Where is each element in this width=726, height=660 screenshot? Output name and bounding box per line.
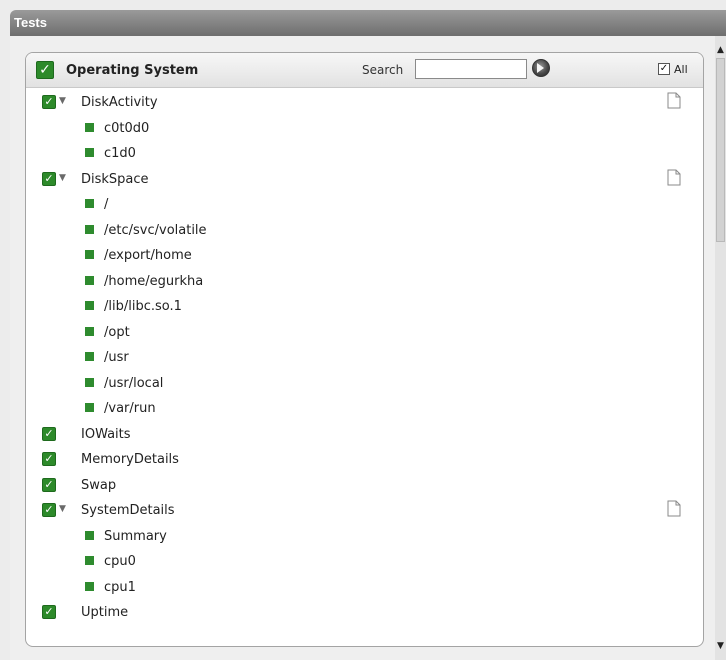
test-checkbox[interactable]: ✓ bbox=[42, 452, 56, 466]
expand-toggle-icon[interactable]: ▼ bbox=[59, 95, 69, 107]
descriptor-label: cpu1 bbox=[104, 579, 136, 595]
test-label: SystemDetails bbox=[81, 503, 175, 518]
test-row-diskspace[interactable]: ✓ ▼ DiskSpace bbox=[26, 167, 703, 191]
descriptor-square-icon bbox=[85, 224, 94, 234]
descriptor-square-icon bbox=[85, 403, 94, 412]
descriptor-label: c0t0d0 bbox=[104, 120, 150, 136]
descriptor-row[interactable]: c1d0 bbox=[26, 141, 703, 165]
descriptor-label: /lib/libc.so.1 bbox=[104, 299, 182, 314]
descriptor-square-icon bbox=[85, 556, 94, 565]
descriptor-square-icon bbox=[85, 377, 94, 387]
descriptor-row[interactable]: /usr bbox=[26, 345, 703, 369]
descriptor-row[interactable]: /lib/libc.so.1 bbox=[26, 294, 703, 318]
test-label: DiskSpace bbox=[81, 171, 149, 187]
descriptor-row[interactable]: / bbox=[26, 192, 703, 216]
test-checkbox[interactable]: ✓ bbox=[42, 426, 56, 441]
search-label: Search bbox=[362, 63, 404, 77]
descriptor-label: /usr bbox=[104, 350, 129, 365]
test-row-diskactivity[interactable]: ✓ ▼ DiskActivity bbox=[26, 90, 703, 114]
test-checkbox[interactable]: ✓ bbox=[42, 171, 56, 186]
vertical-scrollbar[interactable]: ▲ ▼ bbox=[715, 36, 726, 660]
test-checkbox[interactable]: ✓ bbox=[42, 477, 56, 492]
test-label: Swap bbox=[81, 477, 117, 493]
descriptor-row[interactable]: /opt bbox=[26, 320, 703, 344]
test-row-uptime[interactable]: ✓ Uptime bbox=[26, 600, 703, 624]
descriptor-row[interactable]: /export/home bbox=[26, 243, 703, 267]
tests-window: Tests ▲ ▼ ✓ Operating System Search ✓ Al… bbox=[0, 0, 726, 660]
test-row-systemdetails[interactable]: ✓ ▼ SystemDetails bbox=[26, 498, 703, 522]
test-label: DiskActivity bbox=[81, 95, 158, 110]
descriptor-row[interactable]: /var/run bbox=[26, 396, 703, 420]
descriptor-row[interactable]: Summary bbox=[26, 524, 703, 548]
window-title: Tests bbox=[14, 15, 47, 30]
test-row-memorydetails[interactable]: ✓ MemoryDetails bbox=[26, 447, 703, 471]
descriptor-square-icon bbox=[85, 326, 94, 336]
test-row-swap[interactable]: ✓ Swap bbox=[26, 473, 703, 497]
descriptor-label: Summary bbox=[104, 528, 167, 544]
descriptor-label: /var/run bbox=[104, 401, 156, 416]
descriptor-square-icon bbox=[85, 122, 94, 132]
test-checkbox[interactable]: ✓ bbox=[42, 503, 56, 517]
scroll-down-arrow-icon[interactable]: ▼ bbox=[716, 640, 725, 652]
expand-toggle-icon[interactable]: ▼ bbox=[59, 172, 69, 184]
descriptor-square-icon bbox=[85, 275, 94, 285]
descriptor-row[interactable]: c0t0d0 bbox=[26, 116, 703, 140]
panel-title: Operating System bbox=[66, 63, 199, 78]
test-checkbox[interactable]: ✓ bbox=[42, 605, 56, 619]
descriptor-label: /etc/svc/volatile bbox=[104, 222, 207, 238]
descriptor-label: /export/home bbox=[104, 248, 192, 263]
operating-system-checkbox[interactable]: ✓ bbox=[36, 61, 54, 79]
descriptor-label: cpu0 bbox=[104, 554, 136, 569]
expand-toggle-icon[interactable]: ▼ bbox=[59, 503, 69, 515]
descriptor-label: c1d0 bbox=[104, 146, 136, 161]
search-input[interactable] bbox=[415, 59, 527, 79]
test-label: Uptime bbox=[81, 605, 129, 620]
window-title-bar: Tests bbox=[10, 10, 726, 36]
test-row-iowaits[interactable]: ✓ IOWaits bbox=[26, 422, 703, 446]
test-checkbox[interactable]: ✓ bbox=[42, 95, 56, 109]
scrollbar-thumb[interactable] bbox=[716, 58, 725, 242]
panel-header: ✓ Operating System Search ✓ All bbox=[26, 53, 703, 88]
all-label: All bbox=[674, 63, 688, 76]
test-label: MemoryDetails bbox=[81, 452, 179, 467]
descriptor-row[interactable]: /usr/local bbox=[26, 371, 703, 395]
details-document-icon[interactable] bbox=[667, 169, 681, 186]
descriptor-label: / bbox=[104, 197, 109, 212]
descriptor-square-icon bbox=[85, 250, 94, 259]
descriptor-label: /usr/local bbox=[104, 375, 164, 391]
descriptor-row[interactable]: cpu1 bbox=[26, 575, 703, 599]
descriptor-label: /home/egurkha bbox=[104, 273, 204, 289]
descriptor-square-icon bbox=[85, 530, 94, 540]
descriptor-square-icon bbox=[85, 352, 94, 361]
all-checkbox[interactable]: ✓ bbox=[658, 63, 670, 75]
descriptor-square-icon bbox=[85, 199, 94, 208]
details-document-icon[interactable] bbox=[667, 500, 681, 517]
descriptor-square-icon bbox=[85, 301, 94, 310]
operating-system-panel: ✓ Operating System Search ✓ All ✓ ▼ DiskAc… bbox=[25, 52, 704, 647]
descriptor-square-icon bbox=[85, 148, 94, 157]
scroll-up-arrow-icon[interactable]: ▲ bbox=[716, 44, 725, 56]
descriptor-row[interactable]: cpu0 bbox=[26, 549, 703, 573]
search-go-icon[interactable] bbox=[532, 59, 550, 77]
details-document-icon[interactable] bbox=[667, 92, 681, 109]
descriptor-square-icon bbox=[85, 581, 94, 591]
descriptor-row[interactable]: /etc/svc/volatile bbox=[26, 218, 703, 242]
descriptor-label: /opt bbox=[104, 324, 130, 340]
descriptor-row[interactable]: /home/egurkha bbox=[26, 269, 703, 293]
test-label: IOWaits bbox=[81, 426, 131, 442]
